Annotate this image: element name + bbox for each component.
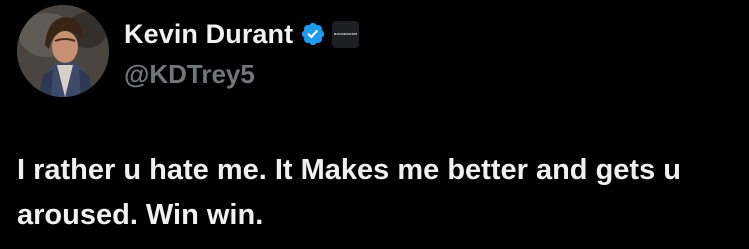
affiliate-badge-icon[interactable]: BOARDROOM [332, 20, 360, 48]
author-handle[interactable]: @KDTrey5 [124, 59, 359, 90]
avatar-image-icon [17, 5, 109, 97]
tweet-card: Kevin Durant BOARDROOM @KDTrey5 I rather… [0, 0, 749, 249]
name-row: Kevin Durant BOARDROOM [124, 16, 360, 52]
author-avatar[interactable] [17, 5, 109, 97]
tweet-text: I rather u hate me. It Makes me better a… [17, 154, 690, 231]
author-display-name[interactable]: Kevin Durant [124, 19, 293, 50]
verified-badge-icon[interactable] [300, 21, 326, 47]
tweet-header: Kevin Durant BOARDROOM @KDTrey5 [124, 16, 360, 90]
affiliate-badge-label: BOARDROOM [334, 32, 358, 36]
